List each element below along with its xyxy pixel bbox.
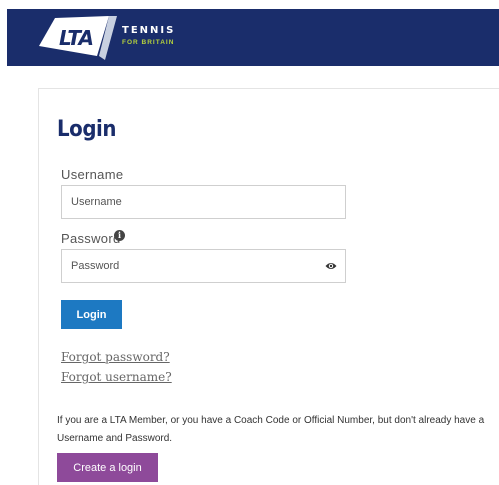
logo-tagline-text: FOR BRITAIN <box>122 39 175 46</box>
password-input[interactable] <box>61 249 346 283</box>
signup-info-text: If you are a LTA Member, or you have a C… <box>57 415 485 444</box>
login-button[interactable]: Login <box>61 300 122 329</box>
eye-icon[interactable] <box>325 261 337 271</box>
password-label: Password <box>61 231 121 246</box>
username-input[interactable] <box>61 185 346 219</box>
forgot-username-link[interactable]: Forgot username? <box>61 370 172 384</box>
username-label: Username <box>61 167 124 182</box>
create-login-button[interactable]: Create a login <box>57 453 158 482</box>
forgot-password-link[interactable]: Forgot password? <box>61 350 170 364</box>
logo-mark-text: LTA <box>59 26 94 50</box>
page-title: Login <box>57 117 117 142</box>
logo-name-text: TENNIS <box>122 25 176 36</box>
site-header: LTA TENNIS FOR BRITAIN <box>7 9 499 66</box>
lta-tennis-logo[interactable]: LTA TENNIS FOR BRITAIN <box>37 12 197 64</box>
info-icon[interactable]: i <box>114 230 125 241</box>
